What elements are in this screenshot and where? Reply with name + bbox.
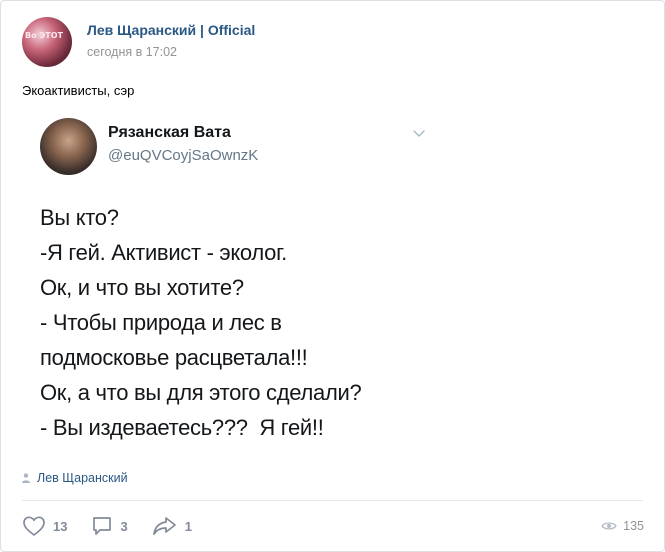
post-source-link[interactable]: Лев Щаранский — [22, 471, 128, 485]
chevron-down-icon — [413, 130, 425, 137]
tweet-line: - Чтобы природа и лес в — [40, 310, 282, 335]
share-button[interactable]: 1 — [152, 515, 192, 537]
user-icon — [22, 473, 30, 483]
comment-button[interactable]: 3 — [91, 515, 128, 537]
like-button[interactable]: 13 — [22, 515, 67, 537]
tweet-line: -Я гей. Активист - эколог. — [40, 240, 287, 265]
post-timestamp[interactable]: сегодня в 17:02 — [87, 45, 177, 59]
views-count: 135 — [623, 519, 644, 533]
actions-divider — [22, 500, 643, 501]
post-actions: 13 3 1 — [22, 515, 216, 537]
tweet-line: Вы кто? — [40, 205, 119, 230]
comment-icon — [93, 517, 112, 535]
views-counter: 135 — [601, 519, 644, 533]
tweet-screenshot-image[interactable]: Рязанская Вата @euQVCoyjSaOwnzK Вы кто? … — [22, 106, 442, 456]
tweet-author-handle: @euQVCoyjSaOwnzK — [108, 147, 259, 164]
post-source-label: Лев Щаранский — [37, 471, 128, 485]
post-author-link[interactable]: Лев Щаранский | Official — [87, 22, 255, 38]
tweet-line: Ок, а что вы для этого сделали? — [40, 380, 362, 405]
share-count: 1 — [184, 518, 192, 534]
tweet-avatar — [40, 118, 97, 175]
author-avatar[interactable]: Во ЭТОТ — [22, 17, 72, 67]
post-text: Экоактивисты, сэр — [22, 83, 135, 98]
comment-count: 3 — [120, 518, 128, 534]
tweet-body: Вы кто? -Я гей. Активист - эколог. Ок, и… — [40, 200, 362, 445]
post-card: Во ЭТОТ Лев Щаранский | Official сегодня… — [0, 0, 665, 552]
tweet-line: - Вы издеваетесь??? Я гей!! — [40, 415, 324, 440]
like-count: 13 — [53, 518, 68, 534]
tweet-line: подмосковье расцветала!!! — [40, 345, 308, 370]
heart-icon — [23, 516, 45, 536]
tweet-author-name: Рязанская Вата — [108, 124, 231, 141]
share-icon — [152, 517, 176, 535]
tweet-line: Ок, и что вы хотите? — [40, 275, 244, 300]
eye-icon — [601, 522, 617, 530]
avatar-overlay-text: Во ЭТОТ — [25, 31, 63, 40]
